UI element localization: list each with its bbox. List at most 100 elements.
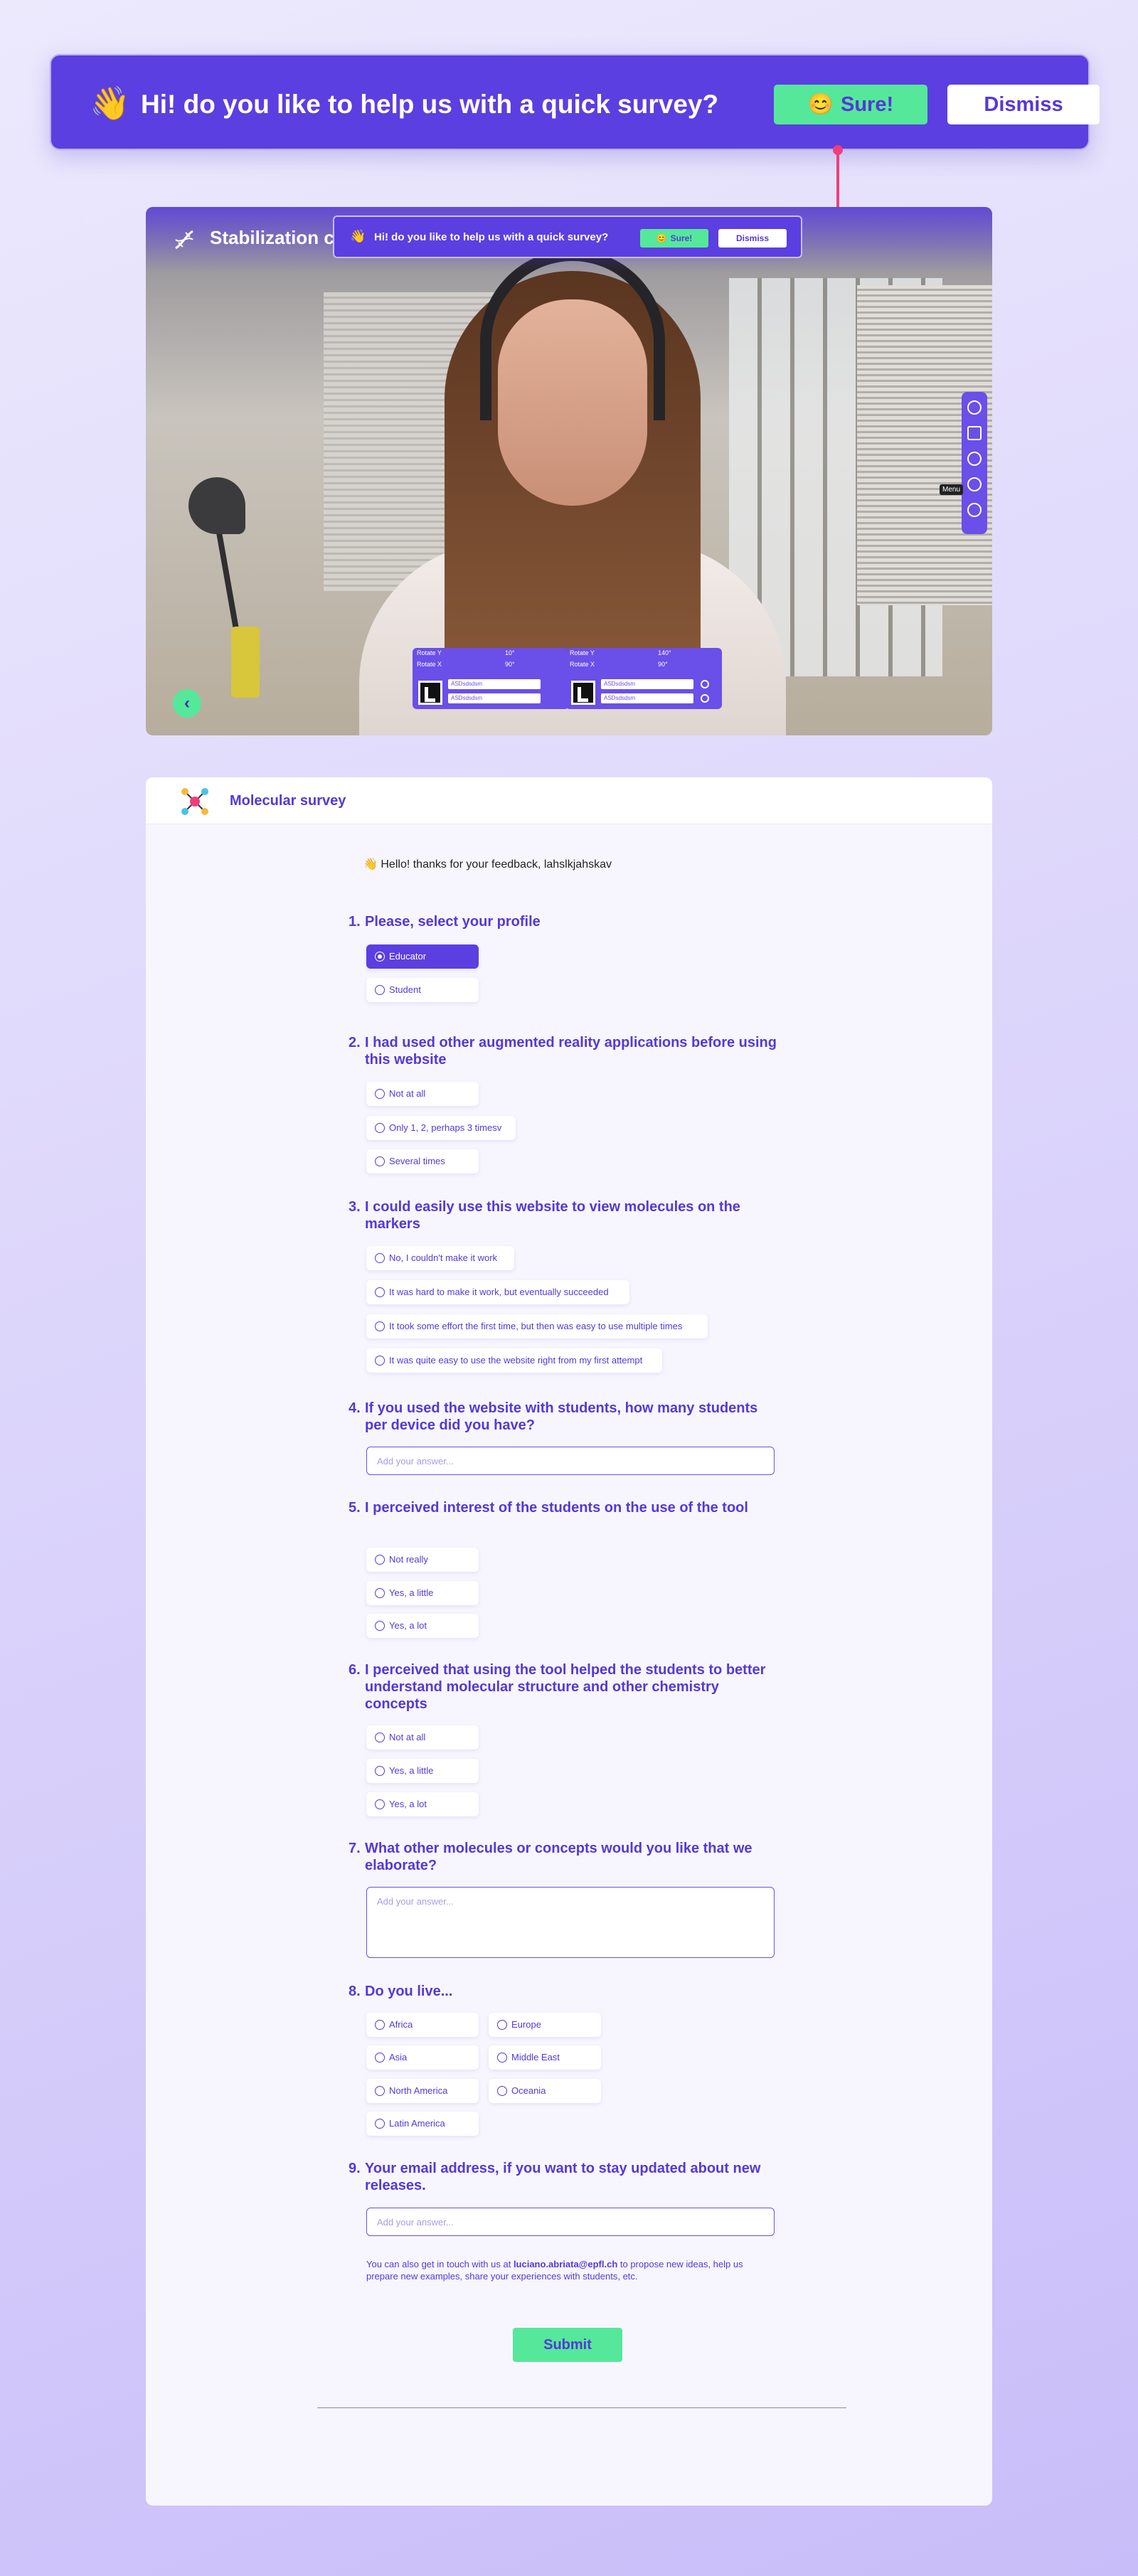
rotate-x-value: 90° bbox=[505, 661, 515, 668]
settings-icon[interactable] bbox=[967, 477, 982, 491]
banner-message: Hi! do you like to help us with a quick … bbox=[374, 231, 609, 243]
option-yes-lot[interactable]: Yes, a lot bbox=[366, 1614, 479, 1638]
wave-icon: 👋 bbox=[90, 85, 131, 122]
option-oceania[interactable]: Oceania bbox=[489, 2079, 601, 2103]
greeting: 👋 Hello! thanks for your feedback, lahsl… bbox=[363, 857, 612, 871]
radio-icon bbox=[375, 1123, 385, 1133]
option-quite-easy[interactable]: It was quite easy to use the website rig… bbox=[366, 1348, 662, 1373]
question-number: 5. bbox=[349, 1500, 361, 1516]
option-yes-little[interactable]: Yes, a little bbox=[366, 1581, 479, 1605]
students-per-device-input[interactable] bbox=[366, 1447, 775, 1475]
marker-control-panel: Rotate Y 10° Rotate X 90° ASDsdsdsm ASDs… bbox=[413, 648, 569, 709]
question-4: 4. If you used the website with students… bbox=[349, 1400, 782, 1434]
radio-icon bbox=[375, 985, 385, 995]
molecule-select[interactable]: ASDsdsdsm bbox=[601, 679, 693, 689]
option-not-really[interactable]: Not really bbox=[366, 1548, 479, 1572]
radio-icon bbox=[497, 2053, 507, 2063]
app-title: Stabilization c bbox=[210, 227, 334, 248]
target-icon[interactable] bbox=[967, 400, 982, 415]
option-effort-first-time[interactable]: It took some effort the first time, but … bbox=[366, 1314, 708, 1338]
option-several-times[interactable]: Several times bbox=[366, 1149, 479, 1173]
survey-title: Molecular survey bbox=[230, 793, 346, 809]
survey-header: Molecular survey bbox=[146, 777, 992, 824]
contact-note: You can also get in touch with us at luc… bbox=[366, 2259, 743, 2282]
question-text: I had used other augmented reality appli… bbox=[365, 1035, 777, 1068]
molecule-select[interactable]: ASDsdsdsm bbox=[448, 693, 541, 703]
molecule-select[interactable]: ASDsdsdsm bbox=[448, 679, 541, 689]
submit-button[interactable]: Submit bbox=[513, 2328, 622, 2362]
option-not-at-all[interactable]: Not at all bbox=[366, 1725, 479, 1750]
camera-view: Stabilization c 👋 Hi! do you like to hel… bbox=[146, 207, 992, 735]
option-yes-little[interactable]: Yes, a little bbox=[366, 1759, 479, 1783]
dismiss-button[interactable]: Dismiss bbox=[718, 229, 787, 248]
question-5: 5. I perceived interest of the students … bbox=[349, 1499, 782, 1516]
molecule-icon[interactable] bbox=[967, 452, 982, 466]
sure-button[interactable]: 😊 Sure! bbox=[774, 85, 927, 124]
survey-banner-preview: 👋 Hi! do you like to help us with a quic… bbox=[333, 215, 802, 258]
menu-tooltip: Menu bbox=[940, 484, 964, 495]
option-north-america[interactable]: North America bbox=[366, 2079, 479, 2103]
option-latin-america[interactable]: Latin America bbox=[366, 2112, 479, 2136]
dna-logo-icon bbox=[175, 230, 193, 250]
smile-icon: 😊 bbox=[807, 93, 834, 116]
greeting-text: Hello! thanks for your feedback, lahslkj… bbox=[381, 858, 612, 871]
question-text: I perceived interest of the students on … bbox=[365, 1500, 748, 1516]
radio-icon bbox=[375, 2053, 385, 2063]
dismiss-button[interactable]: Dismiss bbox=[947, 85, 1100, 124]
question-text: If you used the website with students, h… bbox=[365, 1400, 758, 1433]
radio-icon bbox=[375, 1356, 385, 1366]
radio-icon bbox=[375, 1733, 385, 1742]
question-text: I could easily use this website to view … bbox=[365, 1199, 740, 1232]
rotate-y-label: Rotate Y bbox=[570, 649, 595, 656]
settings-icon[interactable] bbox=[701, 680, 709, 688]
settings-icon[interactable] bbox=[701, 694, 709, 703]
radio-icon bbox=[497, 2086, 507, 2096]
contact-email-link[interactable]: luciano.abriata@epfl.ch bbox=[514, 2259, 617, 2269]
option-asia[interactable]: Asia bbox=[366, 2045, 479, 2070]
sure-button[interactable]: 😊 Sure! bbox=[640, 229, 708, 248]
question-text: What other molecules or concepts would y… bbox=[365, 1841, 753, 1873]
question-7: 7. What other molecules or concepts woul… bbox=[349, 1840, 782, 1874]
survey-card: Molecular survey 👋 Hello! thanks for you… bbox=[146, 777, 992, 2506]
grid-icon[interactable] bbox=[967, 426, 982, 440]
radio-icon bbox=[375, 1321, 385, 1331]
molecules-concepts-textarea[interactable] bbox=[366, 1887, 775, 1958]
option-only-few[interactable]: Only 1, 2, perhaps 3 timesv bbox=[366, 1116, 516, 1140]
radio-icon bbox=[375, 2119, 385, 2129]
option-educator[interactable]: Educator bbox=[366, 944, 479, 969]
question-number: 4. bbox=[349, 1400, 361, 1416]
option-africa[interactable]: Africa bbox=[366, 2013, 479, 2037]
rotate-x-value: 90° bbox=[658, 661, 668, 668]
rotate-y-label: Rotate Y bbox=[417, 649, 442, 656]
radio-icon bbox=[375, 2086, 385, 2096]
question-text: Do you live... bbox=[365, 1984, 453, 1999]
question-9: 9. Your email address, if you want to st… bbox=[349, 2160, 782, 2194]
option-middle-east[interactable]: Middle East bbox=[489, 2045, 601, 2070]
back-button[interactable]: ‹ bbox=[173, 689, 201, 718]
radio-icon bbox=[375, 2020, 385, 2030]
molecule-select[interactable]: ASDsdsdsm bbox=[601, 693, 693, 703]
option-not-at-all[interactable]: Not at all bbox=[366, 1082, 479, 1106]
radio-icon bbox=[375, 1287, 385, 1297]
banner-message: Hi! do you like to help us with a quick … bbox=[141, 90, 719, 119]
question-number: 9. bbox=[349, 2161, 361, 2176]
radio-icon bbox=[375, 1555, 385, 1565]
radio-icon bbox=[497, 2020, 507, 2030]
option-student[interactable]: Student bbox=[366, 978, 479, 1002]
option-hard-succeeded[interactable]: It was hard to make it work, but eventua… bbox=[366, 1280, 629, 1304]
question-text: Your email address, if you want to stay … bbox=[365, 2161, 761, 2193]
question-number: 8. bbox=[349, 1984, 361, 1999]
lamp bbox=[188, 477, 245, 534]
option-yes-lot[interactable]: Yes, a lot bbox=[366, 1792, 479, 1816]
email-field[interactable] bbox=[366, 2208, 775, 2236]
sure-label: Sure! bbox=[670, 233, 693, 243]
divider bbox=[317, 2407, 846, 2408]
option-couldnt-work[interactable]: No, I couldn't make it work bbox=[366, 1246, 514, 1270]
option-europe[interactable]: Europe bbox=[489, 2013, 601, 2037]
vase bbox=[231, 627, 260, 698]
wave-icon: 👋 bbox=[363, 858, 378, 871]
question-1: 1. Please, select your profile bbox=[349, 913, 782, 930]
rotate-y-value: 140° bbox=[658, 649, 671, 656]
question-number: 6. bbox=[349, 1662, 361, 1678]
help-icon[interactable] bbox=[967, 503, 982, 517]
